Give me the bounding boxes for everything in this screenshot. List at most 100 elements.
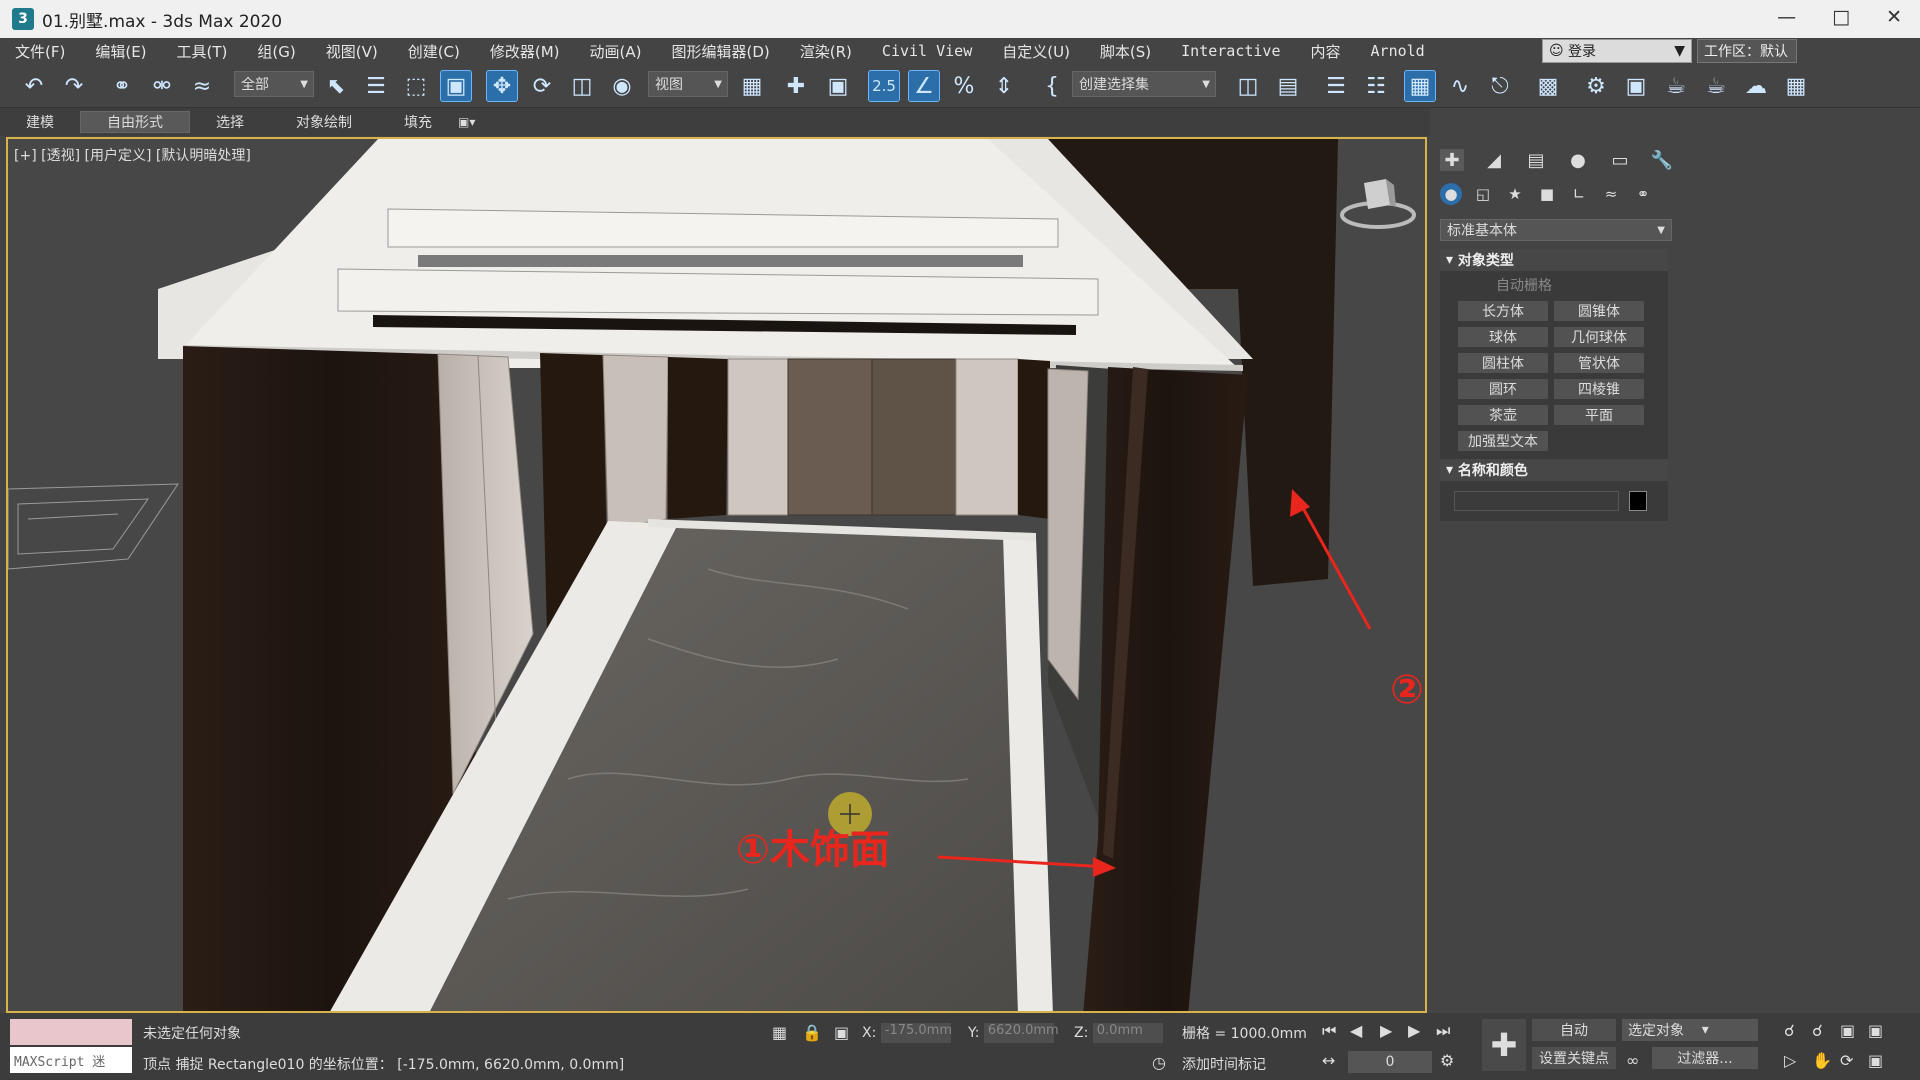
zoom-all-icon[interactable]: ☌	[1812, 1021, 1823, 1040]
undo-icon[interactable]: ↶	[18, 70, 50, 102]
select-by-name-icon[interactable]: ☰	[360, 70, 392, 102]
bind-space-warp-icon[interactable]: ≈	[186, 70, 218, 102]
close-icon[interactable]: ✕	[1886, 6, 1902, 28]
pan-view-icon[interactable]: ✋	[1812, 1051, 1832, 1070]
reference-coordinate-dropdown[interactable]: 视图 ▼	[648, 71, 728, 97]
geometry-icon[interactable]: ●	[1440, 183, 1462, 205]
teapot-button[interactable]: 茶壶	[1458, 405, 1548, 425]
cone-button[interactable]: 圆锥体	[1554, 301, 1644, 321]
align-icon[interactable]: ▤	[1272, 70, 1304, 102]
menu-create[interactable]: 创建(C)	[393, 41, 475, 62]
tab-freeform[interactable]: 自由形式	[80, 111, 190, 133]
manipulate-icon[interactable]: ✚	[780, 70, 812, 102]
named-selection-dropdown[interactable]: 创建选择集 ▼	[1072, 71, 1216, 97]
pivot-center-icon[interactable]: ▦	[736, 70, 768, 102]
menu-civil-view[interactable]: Civil View	[867, 42, 987, 60]
menu-tools[interactable]: 工具(T)	[162, 41, 243, 62]
snaps-toggle-icon[interactable]: 2.5	[868, 70, 900, 102]
pyramid-button[interactable]: 四棱锥	[1554, 379, 1644, 399]
select-move-icon[interactable]: ✥	[486, 70, 518, 102]
utilities-tab-icon[interactable]: 🔧	[1650, 149, 1674, 171]
menu-views[interactable]: 视图(V)	[311, 41, 393, 62]
redo-icon[interactable]: ↷	[58, 70, 90, 102]
object-color-swatch[interactable]	[1629, 491, 1647, 511]
unlink-icon[interactable]: ⚮	[146, 70, 178, 102]
window-crossing-icon[interactable]: ▣	[440, 70, 472, 102]
percent-snap-icon[interactable]: %	[948, 70, 980, 102]
previous-frame-icon[interactable]: ◀	[1350, 1021, 1362, 1040]
isolate-selection-icon[interactable]: ▦	[772, 1023, 787, 1042]
tab-modeling[interactable]: 建模	[0, 112, 80, 132]
menu-group[interactable]: 组(G)	[242, 41, 310, 62]
text-plus-button[interactable]: 加强型文本	[1458, 431, 1548, 451]
render-cloud-icon[interactable]: ☁	[1740, 70, 1772, 102]
scene-explorer-icon[interactable]: ☰	[1320, 70, 1352, 102]
shapes-icon[interactable]: ◱	[1472, 183, 1494, 205]
display-tab-icon[interactable]: ▭	[1608, 149, 1632, 171]
schematic-view-icon[interactable]: ⎋	[1484, 70, 1516, 102]
select-scale-icon[interactable]: ◫	[566, 70, 598, 102]
mirror-icon[interactable]: ◫	[1232, 70, 1264, 102]
current-frame-field[interactable]: 0	[1348, 1051, 1432, 1073]
menu-modifiers[interactable]: 修改器(M)	[475, 41, 575, 62]
zoom-extents-icon[interactable]: ▣	[1840, 1021, 1855, 1040]
select-place-icon[interactable]: ◉	[606, 70, 638, 102]
rectangular-selection-icon[interactable]: ⬚	[400, 70, 432, 102]
tab-object-paint[interactable]: 对象绘制	[270, 112, 378, 132]
helpers-icon[interactable]: ∟	[1568, 183, 1590, 205]
menu-animation[interactable]: 动画(A)	[575, 41, 657, 62]
login-dropdown[interactable]: ☺ 登录 ▼	[1542, 39, 1692, 63]
time-config-icon[interactable]: ⚙	[1440, 1051, 1454, 1070]
lights-icon[interactable]: ★	[1504, 183, 1526, 205]
material-editor-icon[interactable]: ▩	[1532, 70, 1564, 102]
select-rotate-icon[interactable]: ⟳	[526, 70, 558, 102]
tab-populate[interactable]: 填充	[378, 112, 458, 132]
selection-filter-dropdown[interactable]: 全部 ▼	[234, 71, 314, 97]
maximize-viewport-icon[interactable]: ▣	[1868, 1051, 1883, 1070]
auto-grid-checkbox[interactable]: 自动栅格	[1440, 271, 1668, 297]
cameras-icon[interactable]: ■	[1536, 183, 1558, 205]
menu-file[interactable]: 文件(F)	[0, 41, 80, 62]
perspective-viewport[interactable]: [+] [透视] [用户定义] [默认明暗处理] ①木饰面 ②	[6, 137, 1427, 1013]
viewport-label[interactable]: [+] [透视] [用户定义] [默认明暗处理]	[14, 145, 251, 165]
go-to-end-icon[interactable]: ⏭	[1436, 1021, 1450, 1041]
key-mode-icon[interactable]: ↔	[1322, 1051, 1335, 1070]
maxscript-listener-top[interactable]	[10, 1019, 132, 1045]
create-tab-icon[interactable]: ✚	[1440, 149, 1464, 171]
menu-interactive[interactable]: Interactive	[1166, 42, 1295, 60]
rendered-frame-window-icon[interactable]: ▣	[1620, 70, 1652, 102]
key-filters-icon[interactable]: ∞	[1626, 1051, 1639, 1070]
zoom-extents-all-icon[interactable]: ▣	[1868, 1021, 1883, 1040]
menu-scripting[interactable]: 脚本(S)	[1085, 41, 1166, 62]
set-key-button[interactable]: 设置关键点	[1532, 1047, 1616, 1069]
modify-tab-icon[interactable]: ◢	[1482, 149, 1506, 171]
edit-named-selection-icon[interactable]: {	[1036, 70, 1068, 102]
tab-selection[interactable]: 选择	[190, 112, 270, 132]
go-to-start-icon[interactable]: ⏮	[1322, 1021, 1336, 1041]
systems-icon[interactable]: ⚭	[1632, 183, 1654, 205]
keyboard-shortcut-override-icon[interactable]: ▣	[822, 70, 854, 102]
ribbon-toggle-icon[interactable]: ▦	[1404, 70, 1436, 102]
tube-button[interactable]: 管状体	[1554, 353, 1644, 373]
viewcube-icon[interactable]	[1338, 169, 1418, 239]
render-setup-icon[interactable]: ⚙	[1580, 70, 1612, 102]
add-time-tag[interactable]: 添加时间标记	[1182, 1054, 1266, 1074]
workspace-dropdown[interactable]: 工作区：默认	[1697, 39, 1797, 63]
menu-rendering[interactable]: 渲染(R)	[785, 41, 867, 62]
cylinder-button[interactable]: 圆柱体	[1458, 353, 1548, 373]
minimize-icon[interactable]: —	[1777, 6, 1796, 28]
render-production-icon[interactable]: ☕	[1660, 70, 1692, 102]
zoom-icon[interactable]: ☌	[1784, 1021, 1795, 1040]
next-frame-icon[interactable]: ▶	[1408, 1021, 1420, 1040]
geosphere-button[interactable]: 几何球体	[1554, 327, 1644, 347]
field-of-view-icon[interactable]: ▷	[1784, 1051, 1796, 1070]
key-filters-button[interactable]: 过滤器...	[1652, 1047, 1758, 1069]
ribbon-options-icon[interactable]: ▣▾	[458, 115, 475, 129]
render-iterative-icon[interactable]: ☕	[1700, 70, 1732, 102]
play-icon[interactable]: ▶	[1380, 1021, 1392, 1040]
auto-key-button[interactable]: 自动	[1532, 1019, 1616, 1041]
torus-button[interactable]: 圆环	[1458, 379, 1548, 399]
space-warps-icon[interactable]: ≈	[1600, 183, 1622, 205]
menu-content[interactable]: 内容	[1296, 41, 1356, 62]
y-coordinate-field[interactable]: 6620.0mm	[983, 1023, 1059, 1043]
